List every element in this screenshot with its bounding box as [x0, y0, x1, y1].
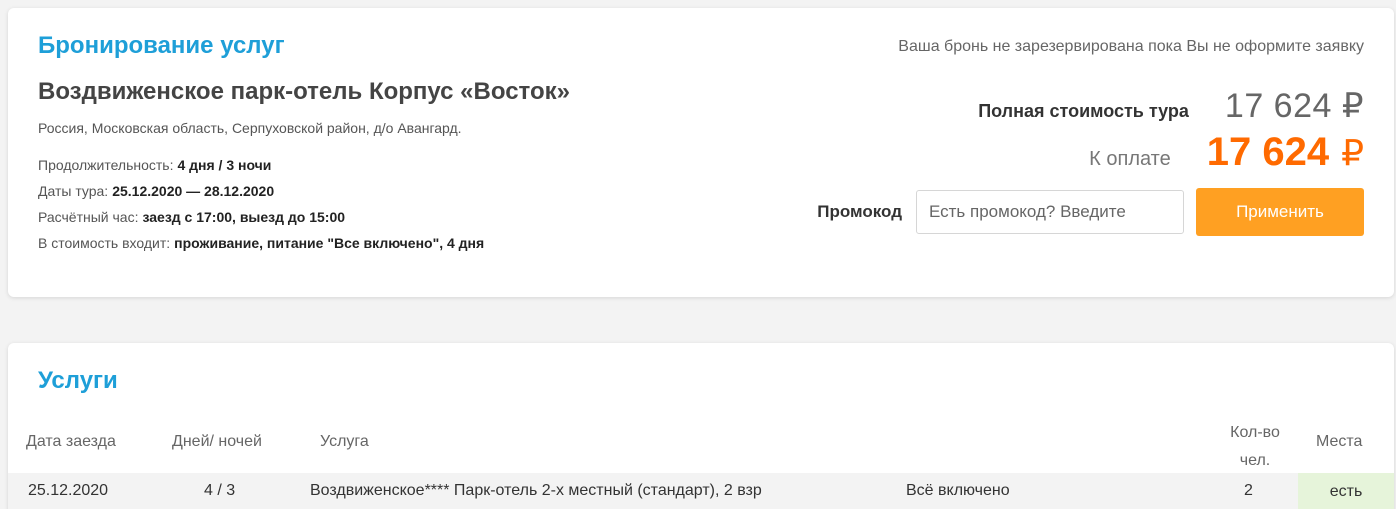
column-header-date: Дата заезда [26, 433, 116, 450]
cell-meal: Всё включено [906, 482, 1010, 499]
ruble-icon: ₽ [1341, 132, 1364, 173]
info-label: Продолжительность: [38, 157, 174, 173]
services-title: Услуги [38, 367, 118, 394]
cell-quantity: 2 [1244, 482, 1253, 499]
total-price-value: 17 624 ₽ [1224, 87, 1364, 125]
promo-code-input[interactable] [916, 190, 1184, 234]
column-header-quantity: Кол-во чел. [1220, 419, 1290, 475]
services-card: Услуги Дата заезда Дней/ ночей Услуга Ко… [8, 343, 1394, 509]
column-header-quantity-line1: Кол-во [1230, 424, 1280, 441]
column-header-days: Дней/ ночей [172, 433, 262, 450]
column-header-places: Места [1316, 433, 1363, 450]
tour-info: Продолжительность: 4 дня / 3 ночи Даты т… [38, 156, 484, 260]
promo-section: Промокод Применить [817, 188, 1364, 236]
column-header-service: Услуга [320, 433, 369, 450]
info-included: В стоимость входит: проживание, питание … [38, 234, 484, 260]
info-label: Даты тура: [38, 183, 109, 199]
total-price: Полная стоимость тура 17 624 ₽ [978, 86, 1364, 126]
cell-date: 25.12.2020 [28, 482, 109, 499]
hotel-address: Россия, Московская область, Серпуховской… [38, 120, 462, 136]
apply-promo-button[interactable]: Применить [1196, 188, 1364, 236]
cell-service: Воздвиженское**** Парк-отель 2-х местный… [310, 482, 762, 499]
total-price-label: Полная стоимость тура [978, 101, 1189, 121]
hotel-name: Воздвиженское парк-отель Корпус «Восток» [38, 78, 571, 105]
info-dates: Даты тура: 25.12.2020 — 28.12.2020 [38, 182, 484, 208]
info-label: Расчётный час: [38, 209, 139, 225]
info-label: В стоимость входит: [38, 235, 171, 251]
info-value: 25.12.2020 — 28.12.2020 [112, 183, 275, 199]
services-table-header: Дата заезда Дней/ ночей Услуга Кол-во чел… [8, 413, 1394, 469]
info-checkin: Расчётный час: заезд с 17:00, выезд до 1… [38, 208, 484, 234]
info-value: 4 дня / 3 ночи [177, 157, 272, 173]
column-header-quantity-line2: чел. [1239, 452, 1271, 469]
booking-card: Бронирование услуг Ваша бронь не зарезер… [8, 8, 1394, 297]
amount-due-label: К оплате [1089, 148, 1171, 170]
amount-due-value: 17 624 [1206, 130, 1330, 174]
booking-title: Бронирование услуг [38, 32, 285, 59]
promo-label: Промокод [817, 202, 902, 221]
info-duration: Продолжительность: 4 дня / 3 ночи [38, 156, 484, 182]
info-value: проживание, питание "Все включено", 4 дн… [174, 235, 485, 251]
amount-due: К оплате 17 624 ₽ [1089, 130, 1364, 175]
cell-places-available: есть [1298, 473, 1394, 509]
info-value: заезд с 17:00, выезд до 15:00 [142, 209, 346, 225]
table-row: 25.12.2020 4 / 3 Воздвиженское**** Парк-… [8, 473, 1394, 509]
cell-days: 4 / 3 [204, 482, 236, 499]
booking-notice: Ваша бронь не зарезервирована пока Вы не… [898, 38, 1364, 55]
